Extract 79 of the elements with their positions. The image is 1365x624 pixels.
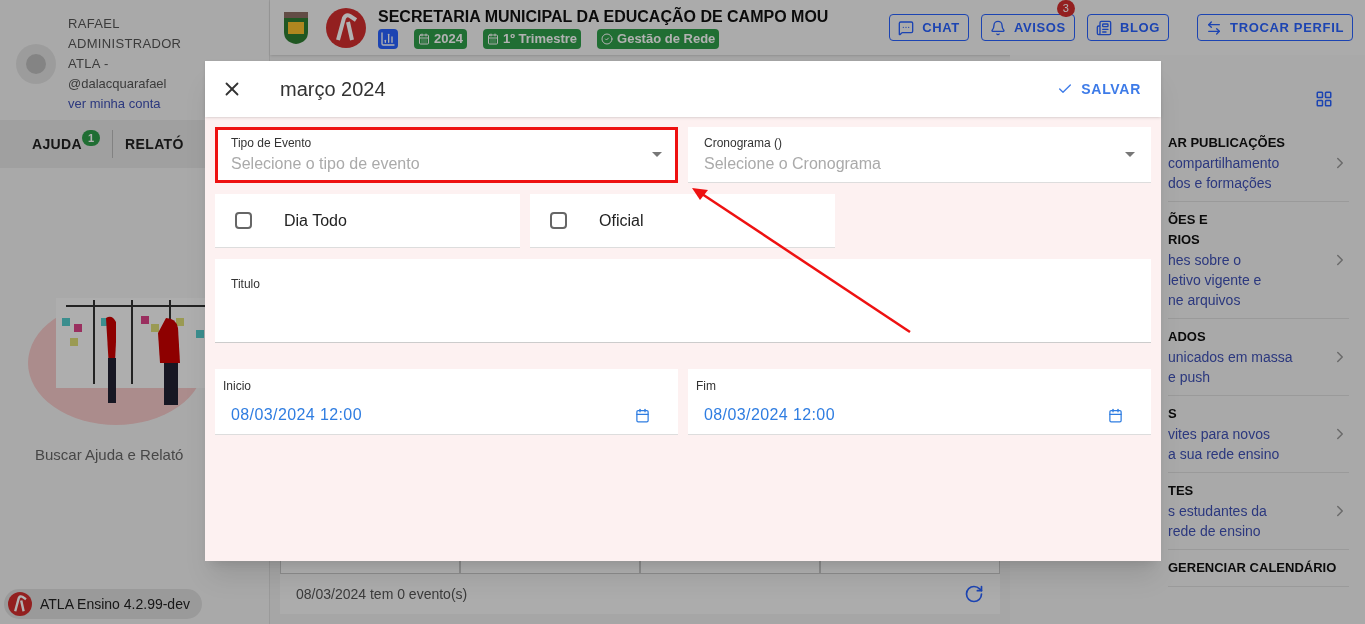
logo-icon: [8, 592, 32, 616]
sidebar-tab[interactable]: AJUDA: [32, 133, 82, 155]
menu-item-description: letivo vigente e: [1168, 271, 1263, 290]
help-caption: Buscar Ajuda e Relató: [35, 445, 184, 465]
menu-item-title: AR PUBLICAÇÕES: [1168, 134, 1286, 152]
field-placeholder: Selecione o Cronograma: [704, 153, 882, 174]
count-badge: 1: [82, 129, 101, 147]
menu-item-description: s estudantes da: [1168, 502, 1268, 521]
grid-icon[interactable]: [1315, 90, 1333, 108]
dialog-title: março 2024: [280, 77, 386, 102]
checkbox-row[interactable]: Dia Todo: [215, 194, 520, 248]
field-placeholder: Selecione o tipo de evento: [231, 153, 421, 174]
date-field[interactable]: Inicio 08/03/2024 12:00: [215, 369, 678, 435]
menu-item-description: ne arquivos: [1168, 291, 1242, 310]
save-button[interactable]: SALVAR: [1053, 78, 1145, 100]
title-field[interactable]: Titulo: [215, 259, 1151, 343]
checkbox[interactable]: [235, 212, 252, 229]
menu-item-title: ÕES E: [1168, 211, 1209, 229]
menu-item-title: S: [1168, 405, 1178, 423]
menu-item[interactable]: AR PUBLICAÇÕES compartilhamento dos e formações: [1168, 125, 1349, 202]
swap-arrows-icon: [1206, 19, 1223, 36]
field-label: Titulo: [231, 277, 260, 291]
check-circle-icon: [601, 32, 614, 45]
newspaper-icon: [1095, 19, 1112, 36]
select-field[interactable]: Tipo de Evento Selecione o tipo de evento: [215, 127, 678, 183]
checkbox-row[interactable]: Oficial: [530, 194, 835, 248]
chart-icon[interactable]: [378, 28, 398, 49]
account-link[interactable]: ver minha conta: [68, 94, 208, 114]
select-field[interactable]: Cronograma () Selecione o Cronograma: [688, 127, 1151, 183]
menu-item-description: compartilhamento: [1168, 154, 1281, 173]
menu-item-title: TES: [1168, 482, 1195, 500]
field-label: Inicio: [223, 378, 252, 395]
chat-icon: [898, 19, 915, 36]
field-label: Cronograma (): [704, 134, 784, 152]
avatar: [16, 44, 56, 84]
date-value: 08/03/2024 12:00: [704, 405, 836, 425]
menu-item-title: GERENCIAR CALENDÁRIO: [1168, 559, 1338, 577]
menu-item[interactable]: GERENCIAR CALENDÁRIO: [1168, 550, 1349, 587]
menu-item-description: rede de ensino: [1168, 522, 1262, 541]
menu-item[interactable]: ADOS unicados em massa e push: [1168, 319, 1349, 396]
dropdown-caret-icon: [1125, 152, 1135, 157]
calendar-icon: [486, 32, 499, 45]
field-label: Tipo de Evento: [231, 134, 313, 152]
checkbox[interactable]: [550, 212, 567, 229]
bell-icon: [989, 19, 1006, 36]
menu-item-description: vites para novos: [1168, 425, 1271, 444]
checkbox-label: Oficial: [599, 210, 644, 231]
menu-item-description: hes sobre o: [1168, 251, 1243, 270]
calendar-icon[interactable]: [635, 407, 650, 423]
menu-item-title: ADOS: [1168, 328, 1207, 346]
sidebar-tab[interactable]: RELATÓ: [125, 133, 184, 155]
user-name: RAFAEL ADMINISTRADOR ATLA -: [68, 15, 183, 73]
menu-item-description: e push: [1168, 368, 1212, 387]
status-chip: Gestão de Rede: [597, 28, 720, 49]
user-handle: @dalacquarafael: [68, 75, 168, 93]
date-field[interactable]: Fim 08/03/2024 12:00: [688, 369, 1151, 435]
calendar-icon[interactable]: [1108, 407, 1123, 423]
menu-item-title: RIOS: [1168, 231, 1201, 249]
menu-item[interactable]: S vites para novos a sua rede ensino: [1168, 396, 1349, 473]
notification-badge: 3: [1056, 0, 1075, 17]
logo-icon: [326, 7, 366, 48]
header-button[interactable]: BLOG: [1086, 14, 1170, 41]
menu-item-description: unicados em massa: [1168, 348, 1294, 367]
event-count: 08/03/2024 tem 0 evento(s): [296, 584, 468, 604]
field-label: Fim: [696, 378, 717, 395]
status-chip: 1º Trimestre: [482, 28, 582, 49]
date-value: 08/03/2024 12:00: [231, 405, 363, 425]
menu-item[interactable]: ÕES E RIOS hes sobre o letivo vigente e ne arquivos: [1168, 202, 1349, 319]
organization-title: SECRETARIA MUNICIPAL DA EDUCAÇÃO DE CAMPO MOU: [378, 6, 828, 27]
menu-item-description: a sua rede ensino: [1168, 445, 1281, 464]
checkbox-label: Dia Todo: [284, 210, 347, 231]
header-button[interactable]: TROCAR PERFIL: [1197, 14, 1353, 41]
calendar-icon: [418, 32, 430, 45]
dropdown-caret-icon: [652, 152, 662, 157]
refresh-icon[interactable]: [964, 584, 984, 604]
status-chip: 2024: [414, 28, 467, 49]
header-button[interactable]: CHAT: [889, 14, 969, 41]
version-text: ATLA Ensino 4.2.99-dev: [40, 594, 190, 614]
menu-item-description: dos e formações: [1168, 174, 1273, 193]
